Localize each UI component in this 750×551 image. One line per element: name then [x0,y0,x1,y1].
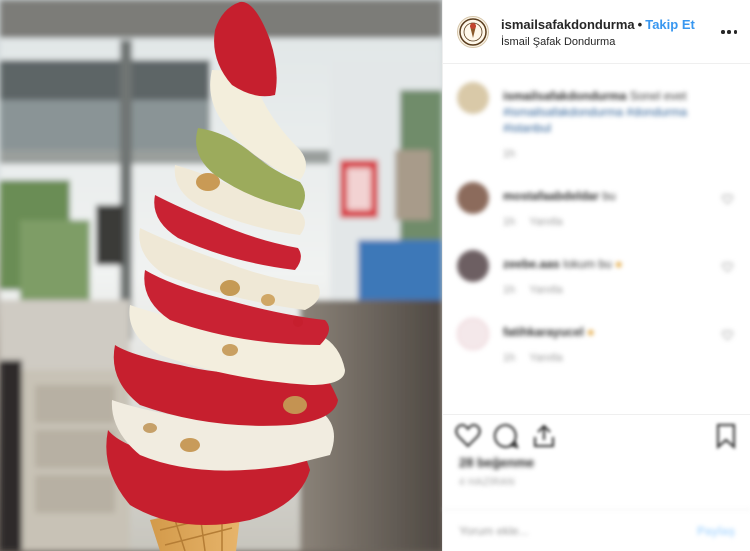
comment-username[interactable]: mostafaabdeldar [503,189,599,203]
caption-comment: ismailsafakdondurma Sonel evet #ismailsa… [457,82,747,162]
caption-meta: 1h [503,148,529,160]
heart-icon[interactable] [722,262,733,272]
emoji-icon: ● [587,325,595,339]
reply-button[interactable]: Yanıtla [529,216,562,228]
add-comment-box: Yorum ekle... Paylaş [443,509,750,551]
bookmark-icon[interactable] [713,423,739,449]
ice-cream-cone-image [0,0,442,551]
post-header: ismailsafakdondurma • Takip Et İsmail Şafa… [443,0,750,64]
emoji-icon: ● [615,257,623,271]
more-options-icon[interactable] [721,24,737,40]
caption-hashtags[interactable]: #ismailsafakdondurma #dondurma #istanbul [503,105,687,135]
action-bar [455,423,739,451]
heart-icon[interactable] [722,330,733,340]
location-link[interactable]: İsmail Şafak Dondurma [501,35,731,49]
comment-time: 1h [503,216,516,228]
shop-logo-icon [459,18,487,46]
post-comment-button[interactable]: Paylaş [697,524,735,538]
heart-icon[interactable] [455,423,481,449]
comment-icon[interactable] [493,423,519,449]
comment-time: 1h [503,284,516,296]
comment-item: mostafaabdeldar bu 1h Yanıtla [457,182,747,236]
likes-count[interactable]: 28 beğenme [459,455,534,470]
profile-avatar[interactable] [457,16,489,48]
comment-avatar[interactable] [457,250,489,282]
caption-avatar[interactable] [457,82,489,114]
reply-button[interactable]: Yanıtla [529,284,562,296]
heart-icon[interactable] [722,194,733,204]
caption-text: ismailsafakdondurma Sonel evet #ismailsa… [503,88,708,136]
post-footer: 28 beğenme 4 HAZİRAN Yorum ekle... Payla… [443,414,750,551]
comment-time: 1h [503,352,516,364]
caption-time: 1h [503,148,516,160]
comment-item: fatihkarayucel ● 1h Yanıtla [457,318,747,372]
comment-avatar[interactable] [457,318,489,350]
reply-button[interactable]: Yanıtla [529,352,562,364]
comment-input[interactable]: Yorum ekle... [459,524,529,538]
post-photo[interactable] [0,0,442,551]
comment-body: lokum bu [563,257,612,271]
username-link[interactable]: ismailsafakdondurma [501,17,635,32]
comment-username[interactable]: zeebe.aas [503,257,560,271]
post-date: 4 HAZİRAN [459,477,515,488]
caption-body: Sonel evet [629,89,687,103]
follow-button[interactable]: Takip Et [645,17,695,32]
comments-list: ismailsafakdondurma Sonel evet #ismailsa… [443,64,750,414]
comment-username[interactable]: fatihkarayucel [503,325,584,339]
comment-body: bu [602,189,616,203]
share-icon[interactable] [531,423,557,449]
post-details-panel: ismailsafakdondurma • Takip Et İsmail Şafa… [442,0,750,551]
separator-dot: • [637,17,643,32]
caption-username[interactable]: ismailsafakdondurma [503,89,626,103]
comment-avatar[interactable] [457,182,489,214]
comment-item: zeebe.aas lokum bu ● 1h Yanıtla [457,250,747,304]
